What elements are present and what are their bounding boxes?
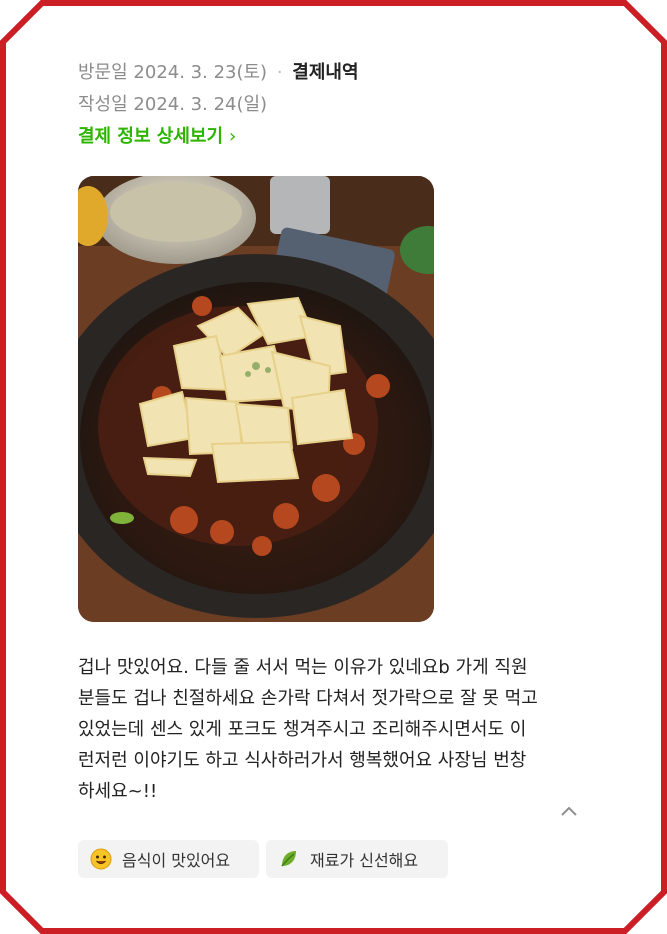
- written-date-row: 작성일 2024. 3. 24(일): [78, 90, 267, 116]
- leaf-icon: [281, 851, 296, 867]
- review-card: 방문일 2024. 3. 23(토) · 결제내역 작성일 2024. 3. 2…: [0, 0, 667, 934]
- visit-label: 방문일: [78, 62, 128, 83]
- tag-chip-tasty-food[interactable]: 음식이 맛있어요: [78, 840, 259, 878]
- review-text: 겁나 맛있어요. 다들 줄 서서 먹는 이유가 있네요b 가게 직원 분들도 겁…: [78, 652, 598, 807]
- receipt-label: 결제내역: [292, 62, 359, 83]
- chevron-up-icon: [561, 806, 577, 816]
- payment-details-link[interactable]: 결제 정보 상세보기 ›: [78, 122, 236, 148]
- separator-dot: ·: [276, 62, 283, 83]
- review-line: 런저런 이야기도 하고 식사하러가서 행복했어요 사장님 번창: [78, 750, 527, 771]
- review-line: 분들도 겁나 친절하세요 손가락 다쳐서 젓가락으로 잘 못 먹고: [78, 688, 538, 709]
- tag-chip-fresh-ingredients[interactable]: 재료가 신선해요: [266, 840, 448, 878]
- food-photo[interactable]: [78, 176, 434, 622]
- written-date: 2024. 3. 24(일): [133, 94, 268, 115]
- visit-date-row: 방문일 2024. 3. 23(토) · 결제내역: [78, 58, 359, 84]
- tag-label: 재료가 신선해요: [310, 851, 419, 870]
- collapse-review-button[interactable]: [556, 798, 582, 824]
- food-photo-illustration: [78, 176, 434, 622]
- review-line: 겁나 맛있어요. 다들 줄 서서 먹는 이유가 있네요b 가게 직원: [78, 657, 528, 678]
- chevron-right-icon: ›: [229, 126, 237, 147]
- review-line: 있었는데 센스 있게 포크도 챙겨주시고 조리해주시면서도 이: [78, 719, 527, 740]
- review-line: 하세요~!!: [78, 781, 158, 802]
- smiley-icon: [90, 848, 112, 870]
- written-label: 작성일: [78, 94, 128, 115]
- tag-label: 음식이 맛있어요: [122, 851, 231, 870]
- payment-details-label: 결제 정보 상세보기: [78, 126, 224, 147]
- visit-date: 2024. 3. 23(토): [133, 62, 268, 83]
